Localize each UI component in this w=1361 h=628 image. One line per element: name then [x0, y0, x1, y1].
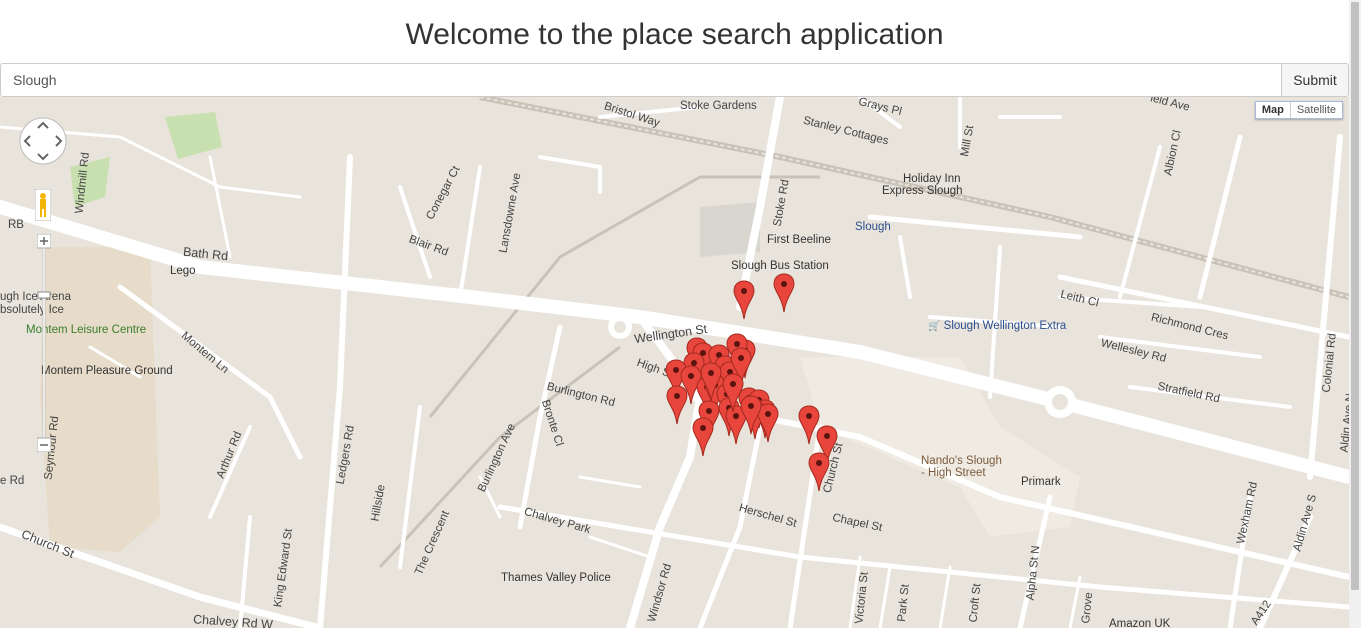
scrollbar-thumb[interactable] — [1351, 2, 1359, 590]
map-type-map-button[interactable]: Map — [1256, 102, 1290, 118]
map-marker-icon[interactable] — [808, 452, 830, 492]
poi-slough-station[interactable]: Slough — [855, 221, 891, 233]
zoom-control — [37, 234, 51, 452]
map-marker-icon[interactable] — [700, 362, 722, 402]
poi-primark[interactable]: Primark — [1021, 476, 1061, 488]
map-marker-icon[interactable] — [733, 280, 755, 320]
poi-amazon-uk[interactable]: Amazon UK — [1109, 618, 1170, 628]
poi-label: - High Street — [921, 467, 986, 479]
zoom-slider-track — [42, 247, 46, 439]
street-label: bsolutely Ice — [0, 304, 64, 316]
poi-nandos[interactable]: Nando's Slough - High Street — [921, 455, 1002, 479]
page-title: Welcome to the place search application — [405, 18, 944, 51]
poi-label: Holiday Inn — [903, 173, 961, 185]
map-canvas[interactable]: Bristol Way Stoke Gardens Grays Pl Stanl… — [0, 97, 1349, 628]
street-label: e Rd — [0, 475, 25, 487]
map-marker-icon[interactable] — [740, 395, 762, 435]
page: Welcome to the place search application … — [0, 0, 1361, 628]
poi-bus-station[interactable]: Slough Bus Station — [731, 260, 829, 272]
pegman-icon[interactable] — [35, 189, 51, 221]
map-marker-icon[interactable] — [692, 417, 714, 457]
zoom-slider-handle — [37, 291, 51, 299]
pan-control-icon[interactable] — [18, 116, 68, 166]
poi-thames-valley-police[interactable]: Thames Valley Police — [501, 572, 611, 584]
poi-wellington-extra[interactable]: 🛒 Slough Wellington Extra — [928, 320, 1066, 332]
map-type-control: Map Satellite — [1254, 101, 1343, 119]
poi-label: Express Slough — [882, 185, 963, 197]
poi-first-beeline[interactable]: First Beeline — [767, 234, 831, 246]
map-marker-icon[interactable] — [773, 273, 795, 313]
street-label: RB — [8, 219, 24, 231]
poi-label: Slough Wellington Extra — [943, 320, 1067, 332]
poi-label: Nando's Slough — [921, 455, 1002, 467]
park-area — [165, 112, 222, 159]
search-input[interactable] — [0, 63, 1281, 97]
page-scrollbar[interactable] — [1349, 0, 1361, 628]
shopping-cart-icon: 🛒 — [928, 321, 941, 332]
map-marker-icon[interactable] — [666, 385, 688, 425]
submit-button[interactable]: Submit — [1281, 63, 1349, 97]
poi-holiday-inn[interactable]: Holiday Inn — [903, 173, 961, 185]
map-type-satellite-button[interactable]: Satellite — [1289, 102, 1342, 118]
poi-montem-ground[interactable]: Montem Pleasure Ground — [41, 365, 173, 377]
poi-lego[interactable]: Lego — [170, 265, 196, 277]
search-bar: Submit — [0, 63, 1349, 97]
street-label: Stoke Gardens — [680, 100, 757, 112]
street-label: ugh Ice Arena — [0, 291, 71, 303]
